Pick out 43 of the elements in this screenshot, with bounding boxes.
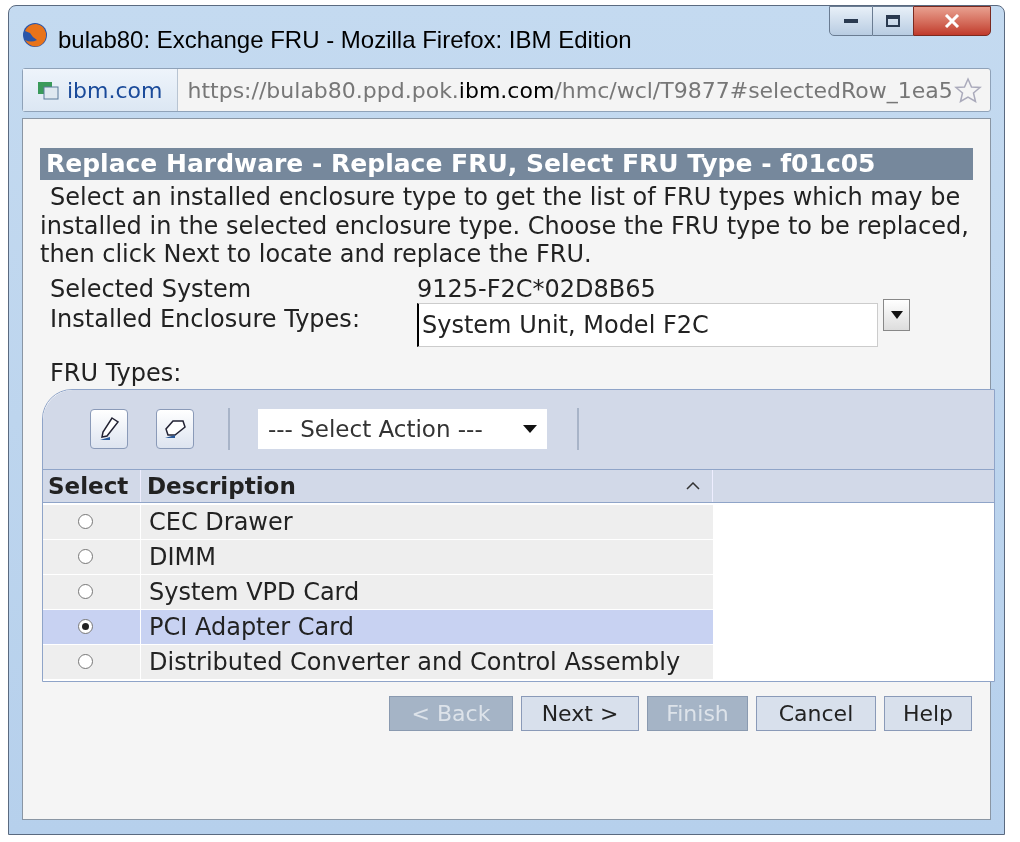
column-header[interactable]: Select	[43, 469, 141, 502]
page-header: Replace Hardware - Replace FRU, Select FRU Type - f01c05	[40, 148, 973, 180]
close-icon	[944, 14, 960, 28]
enclosure-select[interactable]: System Unit, Model F2C	[417, 302, 878, 347]
action-select[interactable]: --- Select Action ---	[258, 409, 547, 449]
sort-ascending-icon	[686, 481, 700, 490]
url-text[interactable]: https://bulab80.ppd.pok.ibm.com/hmc/wcl/T9877#selectedRow_1ea5	[187, 73, 953, 107]
bookmark-star-icon[interactable]	[954, 77, 982, 103]
radio-button[interactable]	[78, 619, 93, 634]
dropdown-arrow-icon	[890, 310, 903, 319]
dropdown-arrow-icon	[523, 425, 537, 433]
table-cell: DIMM	[141, 539, 713, 574]
table-cell: Distributed Converter and Control Assembly	[141, 644, 713, 679]
site-icon	[37, 80, 59, 100]
minimize-button[interactable]	[829, 6, 873, 36]
maximize-icon	[886, 15, 900, 27]
field-value: 9125-F2C*02D8B65	[417, 274, 656, 303]
dialog-button[interactable]: Help	[884, 695, 972, 731]
radio-button[interactable]	[78, 584, 93, 599]
fru-types-label: FRU Types:	[50, 358, 183, 387]
column-header[interactable]: Description	[141, 469, 713, 502]
dialog-button[interactable]: Cancel	[756, 695, 876, 731]
close-button[interactable]	[913, 6, 991, 36]
table-cell: CEC Drawer	[141, 504, 713, 539]
eraser-icon	[163, 417, 187, 441]
table-cell: PCI Adapter Card	[141, 609, 713, 644]
deselect-all-button[interactable]	[156, 409, 194, 449]
pencil-icon	[98, 416, 120, 442]
radio-button[interactable]	[78, 514, 93, 529]
select-all-button[interactable]	[90, 409, 128, 449]
dialog-button[interactable]: Next >	[521, 695, 639, 731]
radio-button[interactable]	[78, 654, 93, 669]
table-cell: System VPD Card	[141, 574, 713, 609]
radio-button[interactable]	[78, 549, 93, 564]
maximize-button[interactable]	[873, 6, 913, 36]
field-label: Installed Enclosure Types:	[50, 304, 361, 333]
browser-logo-icon	[22, 22, 48, 48]
field-label: Selected System	[50, 274, 253, 303]
dropdown-button[interactable]	[883, 298, 910, 331]
instructions-text: Select an installed enclosure type to get the list of FRU types which may be installed in the selected enclosure type. Choose the FRU type to be replaced, then click Next to locate and replace the FRU.	[40, 183, 970, 269]
window-title: bulab80: Exchange FRU - Mozilla Firefox: IBM Edition	[58, 25, 632, 55]
address-bar[interactable]: ibm.com https://bulab80.ppd.pok.ibm.com/hmc/wcl/T9877#selectedRow_1ea5	[22, 68, 991, 112]
minimize-icon	[844, 19, 858, 23]
